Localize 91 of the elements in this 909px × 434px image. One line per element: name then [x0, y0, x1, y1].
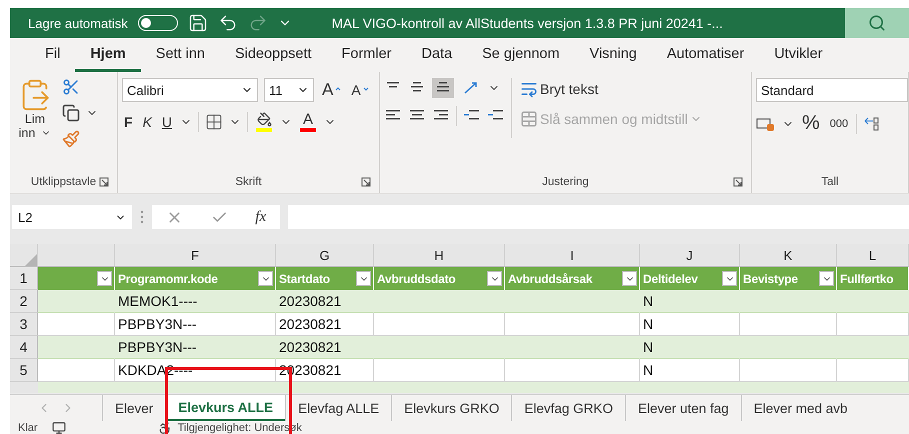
- autosave-label: Lagre automatisk: [28, 16, 128, 30]
- italic-button[interactable]: K: [140, 112, 154, 132]
- column-header[interactable]: G: [276, 244, 374, 267]
- percent-button[interactable]: %: [800, 110, 822, 137]
- row-header[interactable]: 5: [10, 359, 38, 382]
- wrap-icon: [520, 80, 538, 98]
- row-header[interactable]: 1: [10, 267, 38, 290]
- filter-button[interactable]: [622, 271, 637, 286]
- menu-tab[interactable]: Data: [406, 38, 468, 72]
- table-cell: MEMOK1----: [115, 290, 276, 313]
- menu-tab[interactable]: Formler: [326, 38, 406, 72]
- column-header[interactable]: K: [740, 244, 837, 267]
- table-cell: PBPBY3N---: [115, 313, 276, 336]
- menu-tab[interactable]: Sideoppsett: [220, 38, 327, 72]
- copy-icon[interactable]: [62, 104, 80, 122]
- arrow-icon: [462, 80, 480, 96]
- table-cell: N: [640, 359, 740, 382]
- column-header[interactable]: F: [115, 244, 276, 267]
- filter-button[interactable]: [258, 271, 273, 286]
- menu-tab[interactable]: Utvikler: [759, 38, 838, 72]
- status-text: Klar: [18, 421, 38, 434]
- header-cell: Fullførtko: [837, 267, 909, 290]
- accessibility-icon[interactable]: [158, 421, 172, 434]
- search-button[interactable]: [845, 8, 909, 38]
- paintbrush-icon[interactable]: [62, 130, 80, 148]
- fill-color-button[interactable]: [254, 110, 274, 134]
- paste-button[interactable]: Lim inn: [14, 78, 56, 171]
- table-cell: [837, 290, 909, 313]
- table-cell: 20230821: [276, 290, 374, 313]
- column-header[interactable]: I: [505, 244, 640, 267]
- font-size-field[interactable]: 11: [264, 78, 314, 102]
- table-cell: N: [640, 336, 740, 359]
- autosave-toggle[interactable]: [138, 15, 178, 31]
- dialog-launcher-icon[interactable]: [361, 177, 371, 187]
- header-cell: Deltidelev: [640, 267, 740, 290]
- menu-tab[interactable]: Visning: [574, 38, 652, 72]
- bold-button[interactable]: F: [122, 112, 135, 132]
- column-header[interactable]: H: [374, 244, 505, 267]
- filter-button[interactable]: [487, 271, 502, 286]
- group-label: Tall: [821, 176, 839, 188]
- underline-button[interactable]: U: [160, 112, 174, 132]
- filter-button[interactable]: [97, 271, 112, 286]
- table-cell: [837, 336, 909, 359]
- header-cell: Programomr.kode: [115, 267, 276, 290]
- menu-tab[interactable]: Sett inn: [140, 38, 220, 72]
- table-cell: N: [640, 290, 740, 313]
- sheet-tab[interactable]: Elevkurs ALLE: [165, 395, 286, 421]
- scissors-icon[interactable]: [62, 78, 80, 96]
- function-button[interactable]: fx: [255, 208, 266, 226]
- table-cell: 20230821: [276, 313, 374, 336]
- number-format-field[interactable]: Standard: [756, 78, 908, 102]
- wrap-text-button[interactable]: Bryt tekst: [518, 78, 600, 100]
- table-cell: 20230821: [276, 336, 374, 359]
- header-cell: Avbruddsdato: [374, 267, 505, 290]
- column-header[interactable]: L: [837, 244, 909, 267]
- paint-bucket-icon: [256, 112, 272, 127]
- filter-button[interactable]: [722, 271, 737, 286]
- save-icon[interactable]: [188, 13, 208, 33]
- group-label: Utklippstavle: [30, 176, 96, 188]
- table-cell: [837, 313, 909, 336]
- filter-button[interactable]: [819, 271, 834, 286]
- shrink-font-button[interactable]: A: [349, 80, 371, 100]
- menu-tab[interactable]: Se gjennom: [467, 38, 575, 72]
- menu-tab[interactable]: Automatiser: [652, 38, 760, 72]
- triangle-icon: [25, 254, 37, 266]
- table-cell: N: [640, 313, 740, 336]
- grip-icon: [140, 210, 144, 224]
- grow-font-button[interactable]: A: [320, 78, 344, 102]
- merge-icon: [520, 110, 538, 128]
- row-header[interactable]: 3: [10, 313, 38, 336]
- window-title: MAL VIGO-kontroll av AllStudents versjon 1.3.8 PR juni 20241 -...: [332, 16, 724, 30]
- thousands-button[interactable]: 000: [828, 116, 850, 132]
- table-cell: [837, 359, 909, 382]
- menu-tab[interactable]: Fil: [30, 38, 76, 72]
- row-header[interactable]: 2: [10, 290, 38, 313]
- borders-icon[interactable]: [205, 113, 224, 131]
- name-box[interactable]: L2: [12, 205, 132, 229]
- search-icon: [868, 14, 886, 32]
- table-cell: PBPBY3N---: [115, 336, 276, 359]
- dialog-launcher-icon[interactable]: [733, 177, 743, 187]
- font-color-button[interactable]: A: [298, 110, 318, 134]
- group-label: Skrift: [235, 176, 262, 188]
- header-cell: Avbruddsårsak: [505, 267, 640, 290]
- filter-button[interactable]: [356, 271, 371, 286]
- group-label: Justering: [542, 176, 589, 188]
- header-cell: Startdato: [276, 267, 374, 290]
- font-name-field[interactable]: Calibri: [122, 78, 258, 102]
- row-header[interactable]: 4: [10, 336, 38, 359]
- column-header[interactable]: J: [640, 244, 740, 267]
- dialog-launcher-icon[interactable]: [99, 177, 109, 187]
- header-cell: Bevistype: [740, 267, 837, 290]
